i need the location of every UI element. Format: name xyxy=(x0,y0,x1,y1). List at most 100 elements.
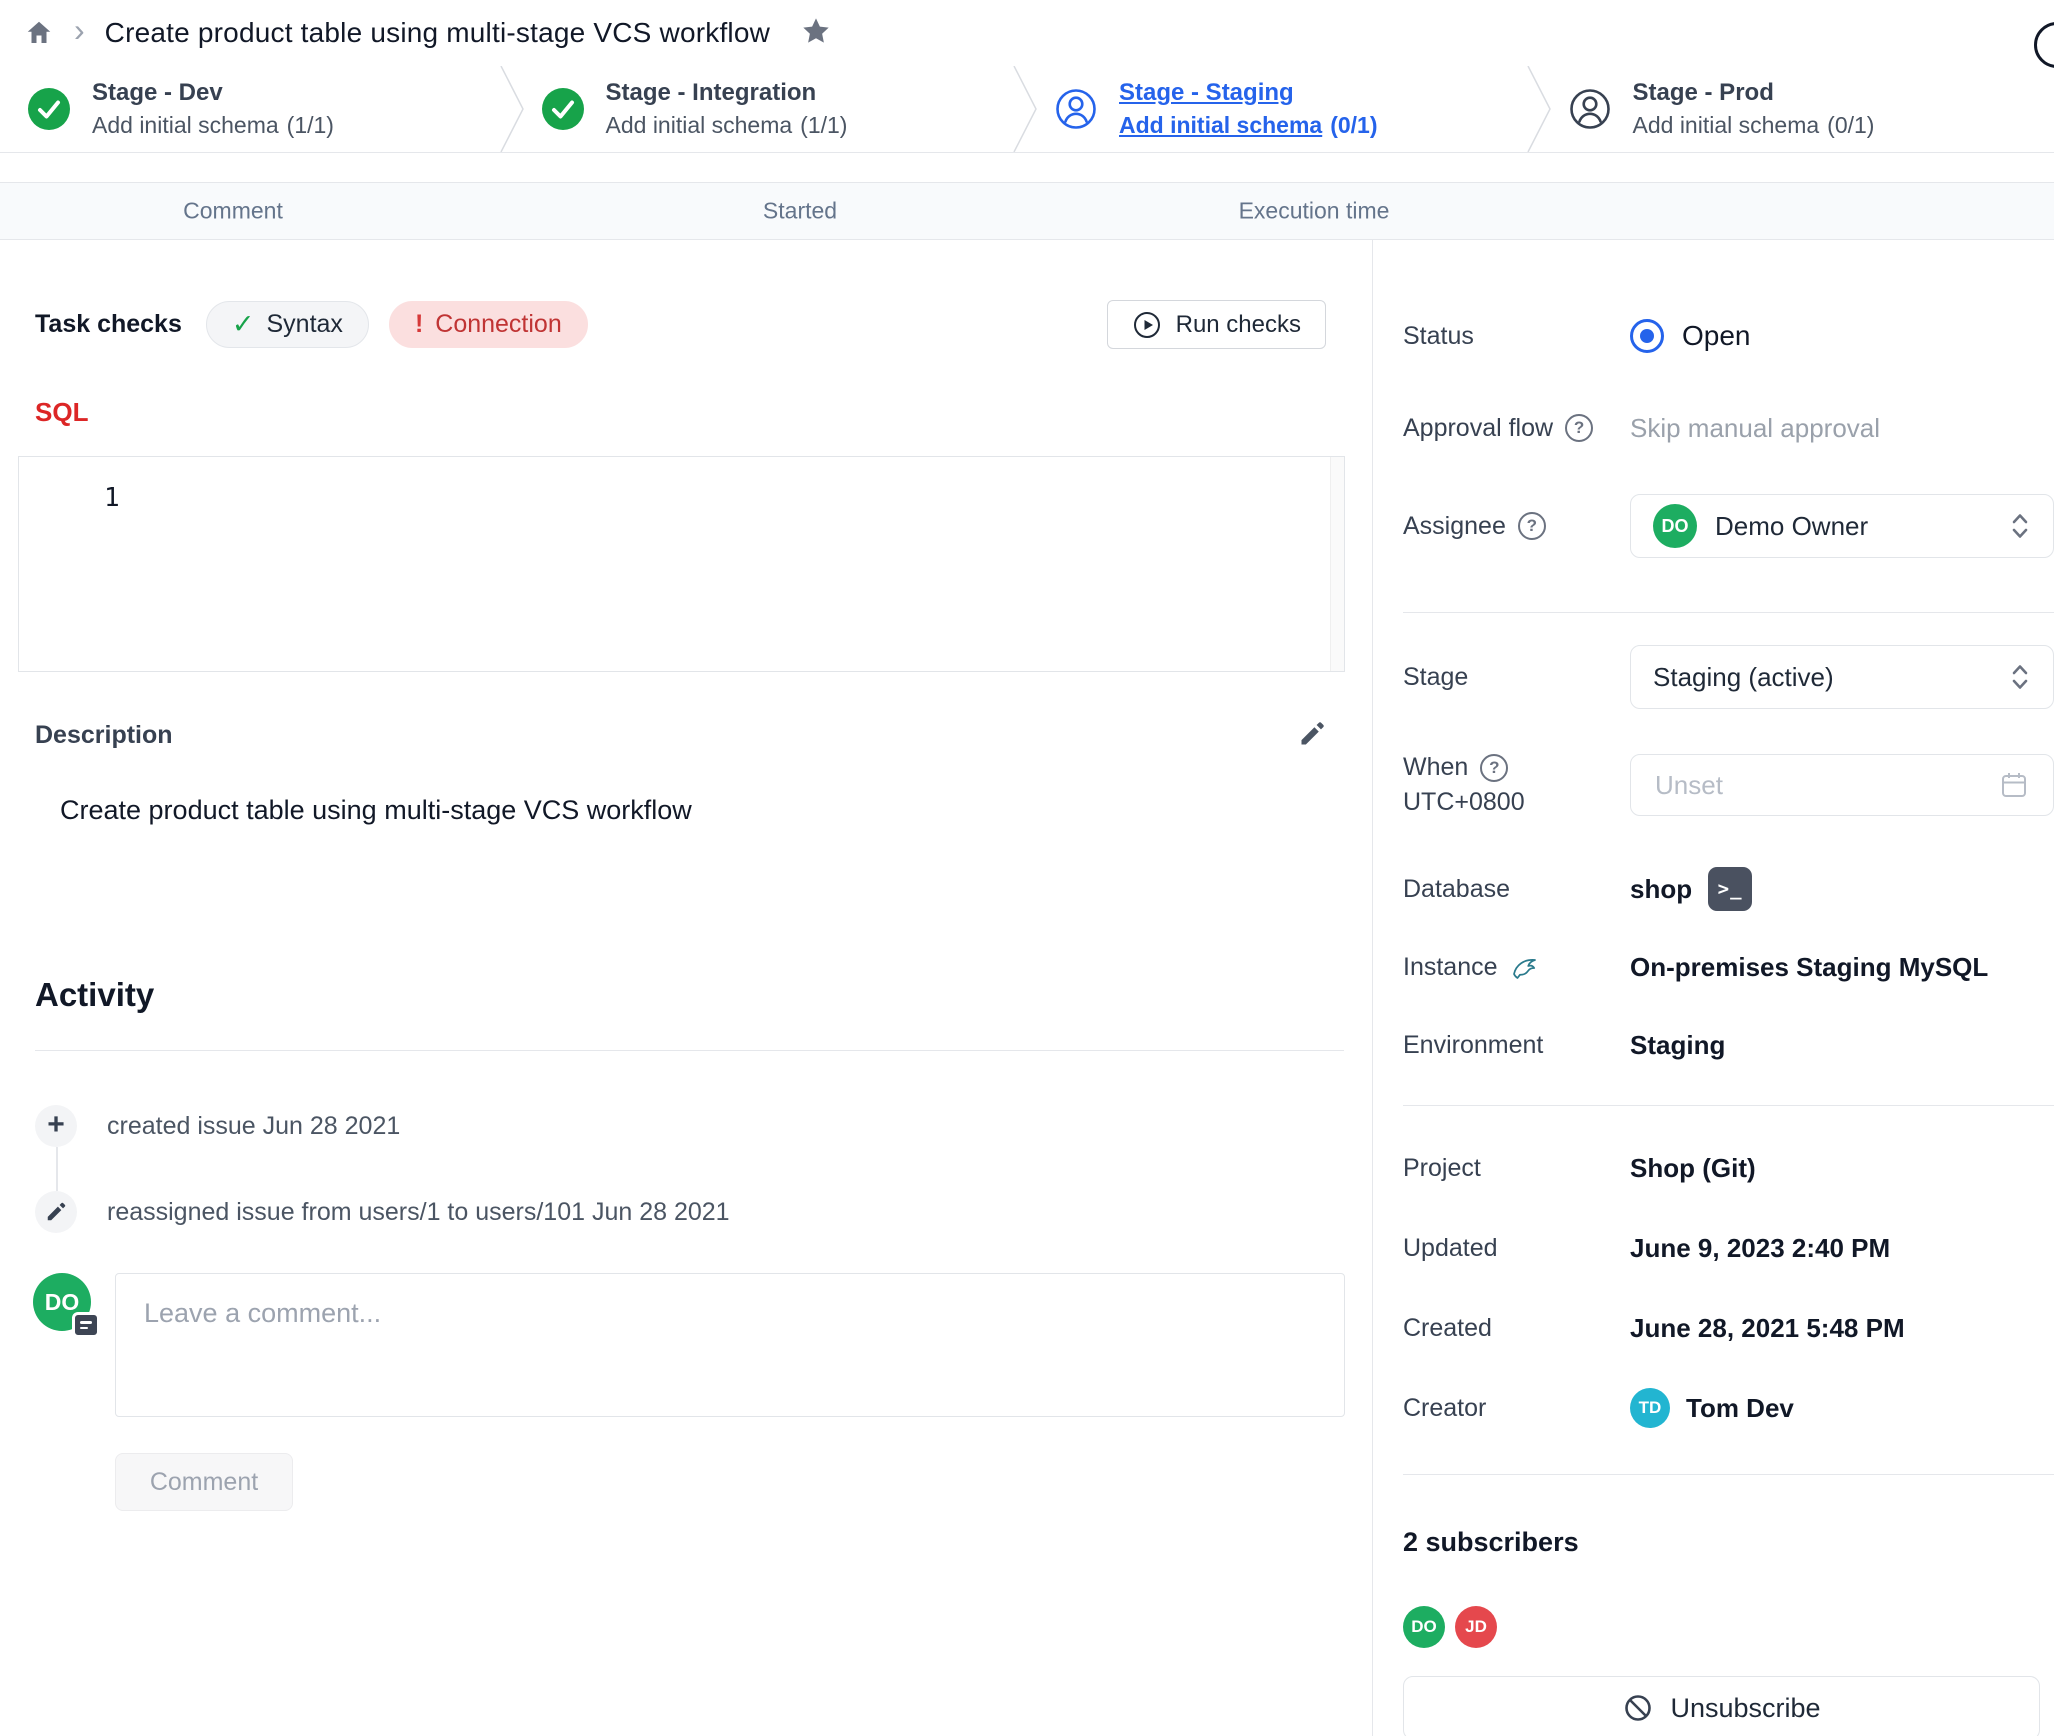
task-checks-label: Task checks xyxy=(35,310,182,339)
help-icon[interactable]: ? xyxy=(1480,754,1508,782)
stage-name: Stage - Prod xyxy=(1633,79,1875,107)
edit-description-button[interactable] xyxy=(1298,720,1326,751)
sql-editor[interactable]: 1 xyxy=(18,456,1345,672)
created-value: June 28, 2021 5:48 PM xyxy=(1630,1313,1905,1344)
created-label: Created xyxy=(1403,1314,1630,1343)
stage-select-value: Staging (active) xyxy=(1653,662,1834,693)
check-pill-syntax[interactable]: ✓ Syntax xyxy=(206,301,369,348)
project-row: Project Shop (Git) xyxy=(1403,1142,2054,1194)
check-pill-label: Connection xyxy=(435,310,561,339)
stage-name: Stage - Integration xyxy=(606,79,848,107)
sql-section-label: SQL xyxy=(35,397,1372,428)
instance-label: Instance xyxy=(1403,951,1630,983)
updated-label: Updated xyxy=(1403,1234,1630,1263)
avatar: TD xyxy=(1630,1388,1670,1428)
assignee-value: Demo Owner xyxy=(1715,511,1868,542)
plus-icon: + xyxy=(35,1105,77,1147)
creator-value: Tom Dev xyxy=(1686,1393,1794,1424)
project-value: Shop (Git) xyxy=(1630,1153,1756,1184)
unsubscribe-button[interactable]: Unsubscribe xyxy=(1403,1676,2040,1736)
task-table-header: Comment Started Execution time xyxy=(0,182,2054,240)
assignee-row: Assignee ? DO Demo Owner xyxy=(1403,494,2054,558)
database-value[interactable]: shop xyxy=(1630,874,1692,905)
help-icon[interactable]: ? xyxy=(1518,512,1546,540)
stage-item-prod[interactable]: Stage - Prod Add initial schema (0/1) xyxy=(1541,66,2054,152)
instance-row: Instance On-premises Staging MySQL xyxy=(1403,941,2054,993)
stage-task: Add initial schema xyxy=(606,112,793,138)
star-icon[interactable] xyxy=(800,15,832,52)
avatar: JD xyxy=(1455,1606,1497,1648)
updated-row: Updated June 9, 2023 2:40 PM xyxy=(1403,1222,2054,1274)
approval-flow-label: Approval flow ? xyxy=(1403,414,1630,443)
activity-entry: reassigned issue from users/1 to users/1… xyxy=(35,1191,1372,1233)
assignee-label: Assignee ? xyxy=(1403,512,1630,541)
breadcrumb: › Create product table using multi-stage… xyxy=(0,0,2054,66)
prohibit-icon xyxy=(1622,1692,1654,1724)
approval-flow-value: Skip manual approval xyxy=(1630,413,1880,444)
stage-task-count: (0/1) xyxy=(1827,112,1874,138)
run-checks-label: Run checks xyxy=(1176,311,1301,339)
stage-label: Stage xyxy=(1403,663,1630,692)
pencil-icon xyxy=(1298,720,1326,748)
pencil-icon xyxy=(35,1191,77,1233)
stage-select[interactable]: Staging (active) xyxy=(1630,645,2054,709)
database-row: Database shop >_ xyxy=(1403,863,2054,915)
when-placeholder: Unset xyxy=(1655,770,1723,801)
activity-timeline-connector xyxy=(56,1147,58,1191)
stage-name: Stage - Dev xyxy=(92,79,334,107)
status-radio-open[interactable] xyxy=(1630,319,1664,353)
updated-value: June 9, 2023 2:40 PM xyxy=(1630,1233,1890,1264)
help-icon[interactable]: ? xyxy=(1565,414,1593,442)
approval-flow-row: Approval flow ? Skip manual approval xyxy=(1403,402,2054,454)
breadcrumb-chevron-icon: › xyxy=(74,14,85,46)
subscribers-heading: 2 subscribers xyxy=(1403,1527,2054,1558)
comment-input[interactable] xyxy=(115,1273,1345,1417)
creator-label: Creator xyxy=(1403,1394,1630,1423)
issue-sidebar: Status Open Approval flow ? Skip manual … xyxy=(1373,240,2054,1736)
issue-page: › Create product table using multi-stage… xyxy=(0,0,2054,1736)
when-label-text: When xyxy=(1403,753,1468,782)
sidebar-divider xyxy=(1403,612,2054,613)
assignee-select[interactable]: DO Demo Owner xyxy=(1630,494,2054,558)
status-value: Open xyxy=(1682,320,1751,352)
run-checks-button[interactable]: Run checks xyxy=(1107,300,1326,349)
terminal-icon[interactable]: >_ xyxy=(1708,867,1752,911)
sidebar-divider xyxy=(1403,1474,2054,1475)
created-row: Created June 28, 2021 5:48 PM xyxy=(1403,1302,2054,1354)
page-title: Create product table using multi-stage V… xyxy=(105,17,770,49)
creator-row: Creator TD Tom Dev xyxy=(1403,1382,2054,1434)
environment-label: Environment xyxy=(1403,1031,1630,1060)
calendar-icon xyxy=(1999,770,2029,800)
status-row: Status Open xyxy=(1403,310,2054,362)
stage-name: Stage - Staging xyxy=(1119,79,1378,107)
check-circle-icon xyxy=(542,88,584,130)
check-pill-connection[interactable]: ! Connection xyxy=(389,301,588,348)
activity-entry: + created issue Jun 28 2021 xyxy=(35,1105,1372,1147)
instance-label-text: Instance xyxy=(1403,953,1498,982)
stage-task: Add initial schema xyxy=(1119,112,1322,138)
check-pass-icon: ✓ xyxy=(232,311,255,338)
when-datetime-input[interactable]: Unset xyxy=(1630,754,2054,816)
avatar-initials: DO xyxy=(45,1289,80,1316)
play-circle-icon xyxy=(1132,310,1162,340)
comment-button[interactable]: Comment xyxy=(115,1453,293,1511)
stage-item-staging[interactable]: Stage - Staging Add initial schema(0/1) xyxy=(1027,66,1541,152)
stage-pipeline: Stage - Dev Add initial schema(1/1) Stag… xyxy=(0,66,2054,153)
stage-task-count: (1/1) xyxy=(287,112,334,138)
stage-item-dev[interactable]: Stage - Dev Add initial schema(1/1) xyxy=(0,66,514,152)
description-text: Create product table using multi-stage V… xyxy=(60,795,1372,826)
chevron-updown-icon xyxy=(2009,662,2031,692)
help-circle-cut-icon[interactable] xyxy=(2034,22,2054,68)
avatar: DO xyxy=(1653,504,1697,548)
description-label: Description xyxy=(35,721,173,750)
column-header-execution-time: Execution time xyxy=(1239,198,1390,225)
sidebar-divider xyxy=(1403,1105,2054,1106)
sql-editor-scrollbar[interactable] xyxy=(1330,457,1344,671)
home-icon[interactable] xyxy=(24,18,54,48)
environment-row: Environment Staging xyxy=(1403,1019,2054,1071)
check-pill-label: Syntax xyxy=(267,310,343,339)
stage-item-integration[interactable]: Stage - Integration Add initial schema(1… xyxy=(514,66,1028,152)
column-header-comment: Comment xyxy=(183,198,283,225)
stage-task: Add initial schema xyxy=(1633,112,1820,138)
stage-select-row: Stage Staging (active) xyxy=(1403,645,2054,709)
